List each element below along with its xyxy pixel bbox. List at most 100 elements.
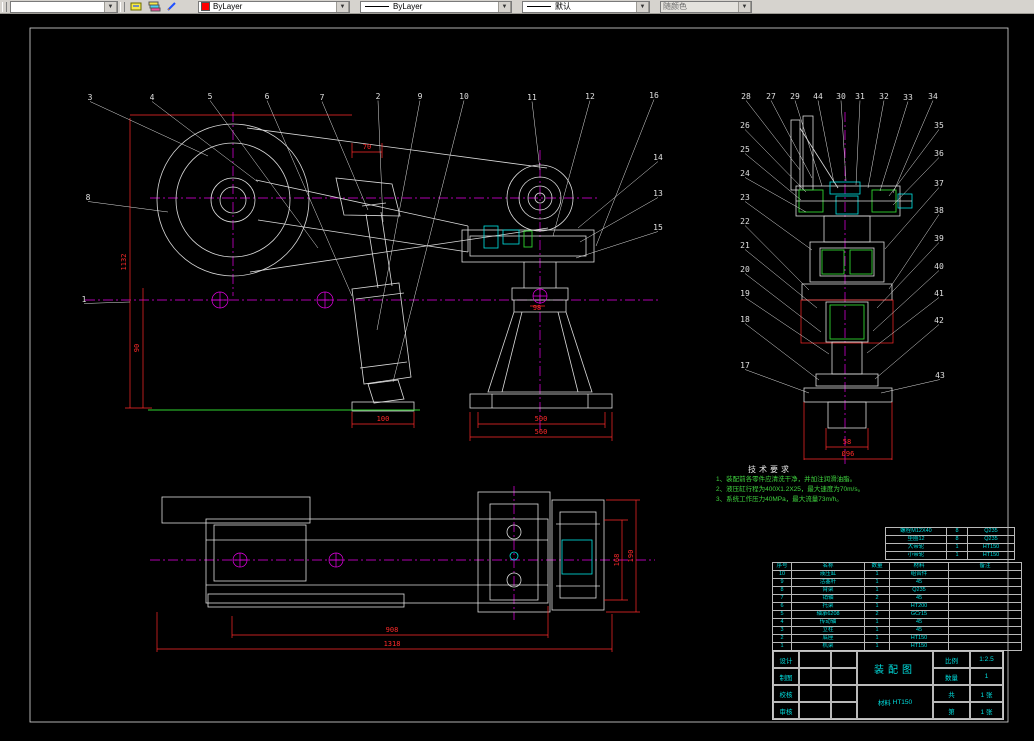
leader-line (745, 370, 809, 394)
titleblock-cell (831, 651, 857, 668)
lineweight-combo-value: 默认 (555, 1, 571, 12)
chevron-down-icon[interactable]: ▼ (498, 1, 511, 13)
list-item: 3、系统工作压力40MPa，最大流量73m/h。 (716, 495, 996, 505)
sheets-label: 共 (933, 685, 970, 702)
callout-number: 36 (934, 149, 944, 158)
table-row: 垫圈128Q235 (886, 536, 1015, 544)
object-properties-toolbar: ▼ ByLayer ▼ ByLayer ▼ 默认 ▼ (0, 0, 1034, 14)
table-row: 7销轴245 (773, 595, 1022, 603)
dimension-text: 560 (535, 428, 548, 436)
callout-number: 41 (934, 289, 944, 298)
titleblock-cell (831, 702, 857, 719)
titleblock-check-label: 校核 (773, 685, 799, 702)
callout-number: 1 (82, 295, 87, 304)
callout-number: 17 (740, 361, 750, 370)
leader-line (771, 101, 812, 179)
leader-line (745, 202, 812, 251)
leader-line (795, 101, 822, 187)
dimension-text: 100 (377, 415, 390, 423)
leader-line (576, 232, 658, 259)
leader-line (152, 102, 258, 183)
leader-line (532, 102, 540, 171)
table-row: 3立柱145 (773, 627, 1022, 635)
dimension-text: 70 (363, 143, 371, 151)
bom-table: 序号名称数量材料备注10液压缸1组合件9活塞杆1458臂架1Q2357销轴245… (772, 562, 1022, 651)
leader-line (880, 102, 908, 192)
dimension-text: 190 (627, 550, 635, 563)
leader-line (745, 324, 819, 381)
callout-number: 12 (585, 92, 595, 101)
chevron-down-icon[interactable]: ▼ (336, 1, 349, 13)
list-item: 2、液压缸行程为400X1.2X25，最大速度为70m/s。 (716, 485, 996, 495)
callout-number: 13 (653, 189, 663, 198)
chevron-down-icon: ▼ (738, 1, 751, 13)
leader-line (377, 101, 420, 331)
layers-stack-icon (148, 1, 161, 12)
callout-number: 40 (934, 262, 944, 271)
toolbar-grip[interactable] (120, 2, 125, 12)
callout-number: 34 (928, 92, 938, 101)
callout-number: 10 (459, 92, 469, 101)
leader-line (553, 101, 590, 237)
linetype-sample-icon (365, 6, 389, 7)
callout-number: 29 (790, 92, 800, 101)
lineweight-combo[interactable]: 默认 ▼ (522, 1, 650, 13)
layer-sheet-icon (130, 1, 143, 12)
dimension-text: 500 (535, 415, 548, 423)
callout-number: 18 (740, 315, 750, 324)
callout-number: 15 (653, 223, 663, 232)
table-row: 小带轮1HT150 (886, 552, 1015, 560)
dimension-text: 168 (613, 554, 621, 567)
layer-previous-button[interactable] (164, 0, 181, 13)
chevron-down-icon[interactable]: ▼ (104, 1, 117, 13)
callout-number: 7 (320, 93, 325, 102)
leader-line (873, 271, 939, 332)
callout-number: 25 (740, 145, 750, 154)
titleblock-audit-label: 审核 (773, 702, 799, 719)
plan-view: 9081318168190 (150, 486, 655, 652)
callout-number: 30 (836, 92, 846, 101)
layer-combo[interactable]: ▼ (10, 1, 118, 13)
material-cell: 材料 HT150 (857, 685, 933, 719)
table-row: 8臂架1Q235 (773, 587, 1022, 595)
sheets-value: 1 张 (970, 685, 1003, 702)
dimension-text: 1132 (120, 254, 128, 271)
callout-number: 33 (903, 93, 913, 102)
callout-number: 11 (527, 93, 537, 102)
titleblock-cell (799, 651, 831, 668)
leader-line (88, 202, 168, 213)
plotstyle-combo[interactable]: 随颜色 ▼ (660, 1, 752, 13)
list-item: 1、装配前各零件应清洗干净，并加注润滑油脂。 (716, 475, 996, 485)
dimension-text: 98 (533, 304, 541, 312)
callout-number: 6 (265, 92, 270, 101)
callout-number: 5 (208, 92, 213, 101)
table-row: 5轴承62082GCr15 (773, 611, 1022, 619)
sheetno-value: 1 张 (970, 702, 1003, 719)
leader-line (889, 215, 939, 290)
titleblock-draft-label: 制图 (773, 668, 799, 685)
scale-label: 比例 (933, 651, 970, 668)
table-row: 10液压缸1组合件 (773, 571, 1022, 579)
chevron-down-icon[interactable]: ▼ (636, 1, 649, 13)
plotstyle-combo-value: 随颜色 (663, 1, 687, 12)
titleblock-design-label: 设计 (773, 651, 799, 668)
leader-line (393, 101, 464, 383)
toolbar-grip[interactable] (2, 2, 7, 12)
callout-number: 42 (934, 316, 944, 325)
callout-number: 26 (740, 121, 750, 130)
titleblock-cell (799, 685, 831, 702)
layers-button[interactable] (146, 0, 163, 13)
leader-line (746, 101, 800, 171)
titleblock-cell (831, 668, 857, 685)
make-objects-layer-current-button[interactable] (128, 0, 145, 13)
leader-line (875, 325, 939, 380)
tech-requirements: 技术要求 1、装配前各零件应清洗干净，并加注润滑油脂。2、液压缸行程为400X1… (716, 464, 996, 505)
callout-number: 14 (653, 153, 663, 162)
callout-number: 19 (740, 289, 750, 298)
color-control-combo[interactable]: ByLayer ▼ (198, 1, 350, 13)
table-row: 大带轮1HT150 (886, 544, 1015, 552)
leader-line (867, 298, 939, 354)
table-row: 2底座1HT150 (773, 635, 1022, 643)
leader-line (745, 250, 817, 309)
linetype-combo[interactable]: ByLayer ▼ (360, 1, 512, 13)
